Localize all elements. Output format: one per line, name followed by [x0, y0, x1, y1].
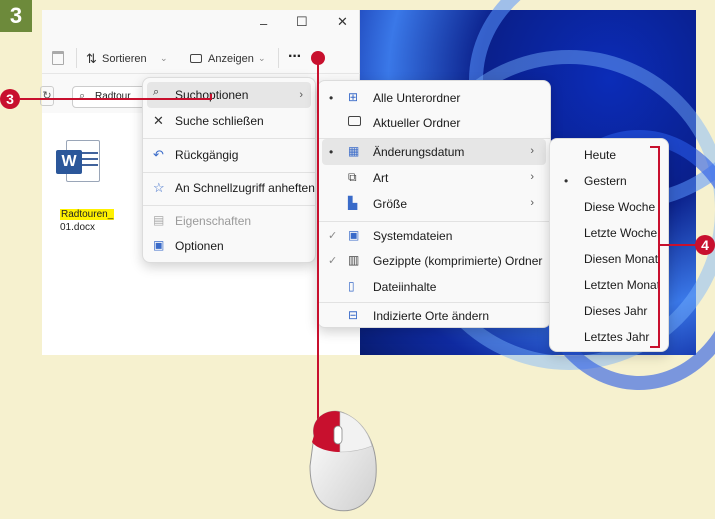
subfolders-icon: ⊞ [348, 90, 359, 104]
file-name-line2: 01.docx [60, 222, 96, 233]
search-icon: ⌕ [79, 90, 86, 102]
star-icon: ☆ [153, 180, 165, 195]
menu-item-undo[interactable]: ↶ Rückgängig [143, 142, 315, 168]
properties-icon: ▤ [153, 213, 165, 227]
file-contents-icon: ▯ [348, 279, 355, 293]
menu-item-search-options[interactable]: ⌕ Suchoptionen › [147, 82, 311, 108]
menu-item-options[interactable]: ▣ Optionen [143, 233, 315, 259]
callout-3-line [20, 98, 210, 100]
menu-item-all-subfolders[interactable]: • ⊞ Alle Unterordner [318, 85, 550, 111]
folder-icon [348, 116, 361, 126]
menu-item-last-month[interactable]: Letzten Monat [550, 272, 668, 298]
menu-item-modified-date[interactable]: • ▦ Änderungsdatum › [322, 139, 546, 165]
menu-item-last-week[interactable]: Letzte Woche [550, 220, 668, 246]
more-options-button[interactable]: ··· [288, 48, 302, 66]
check-icon: ✓ [328, 230, 338, 242]
menu-item-close-search[interactable]: ✕ Suche schließen [143, 108, 315, 134]
title-bar: – ☐ ✕ [42, 10, 360, 44]
delete-icon[interactable] [52, 51, 64, 65]
menu-item-indexed-locations[interactable]: ⊟ Indizierte Orte ändern [318, 303, 550, 329]
menu-item-type[interactable]: ⧉ Art › [318, 165, 550, 191]
chevron-down-icon: ⌄ [258, 53, 266, 63]
size-icon: ▙ [348, 196, 358, 210]
chevron-right-icon: › [530, 145, 534, 157]
callout-3-badge: 3 [0, 89, 20, 109]
callout-3-tick [210, 94, 212, 100]
menu-item-size[interactable]: ▙ Größe › [318, 191, 550, 217]
radio-dot-icon: • [329, 91, 334, 105]
word-file-icon[interactable]: W [56, 140, 102, 188]
check-icon: ✓ [328, 255, 338, 267]
radio-dot-icon: • [329, 145, 334, 159]
chevron-right-icon: › [299, 89, 303, 101]
callout-4-line [660, 244, 698, 246]
menu-item-current-folder[interactable]: Aktueller Ordner [318, 110, 550, 136]
callout-4-bracket-bottom [650, 346, 660, 348]
menu-item-pin-quick-access[interactable]: ☆ An Schnellzugriff anheften [143, 175, 315, 201]
callout-4-badge: 4 [695, 235, 715, 255]
close-window-button[interactable]: ✕ [337, 14, 348, 30]
menu-item-zip-folders[interactable]: ✓ ▥ Gezippte (komprimierte) Ordner [318, 248, 550, 274]
menu-item-system-files[interactable]: ✓ ▣ Systemdateien [318, 223, 550, 249]
menu-item-yesterday[interactable]: • Gestern [550, 168, 668, 194]
chevron-right-icon: › [530, 197, 534, 209]
close-icon: ✕ [153, 113, 164, 128]
undo-icon: ↶ [153, 147, 164, 162]
callout-4-bracket [658, 146, 660, 348]
minimize-button[interactable]: – [260, 16, 267, 31]
radio-dot-icon: • [564, 174, 569, 188]
search-options-submenu: • ⊞ Alle Unterordner Aktueller Ordner • … [317, 80, 551, 328]
menu-item-properties[interactable]: ▤ Eigenschaften [143, 208, 315, 234]
indexed-locations-icon: ⊟ [348, 308, 359, 322]
refresh-icon[interactable]: ↻ [40, 86, 54, 106]
options-icon: ▣ [153, 238, 165, 252]
sort-icon: ⇅ [86, 51, 97, 66]
view-button[interactable]: Anzeigen [208, 53, 254, 65]
maximize-button[interactable]: ☐ [296, 14, 308, 30]
callout-4-bracket-top [650, 146, 660, 148]
file-name-line1: Radtouren_ [60, 209, 115, 220]
system-file-icon: ▣ [348, 228, 360, 242]
calendar-icon: ▦ [348, 144, 360, 158]
zip-folder-icon: ▥ [348, 253, 360, 267]
step-number-badge: 3 [0, 0, 32, 32]
view-icon [190, 54, 202, 63]
menu-item-this-year[interactable]: Dieses Jahr [550, 298, 668, 324]
chevron-right-icon: › [530, 171, 534, 183]
mouse-cable [317, 60, 319, 430]
menu-item-this-month[interactable]: Diesen Monat [550, 246, 668, 272]
menu-item-this-week[interactable]: Diese Woche [550, 194, 668, 220]
search-input[interactable]: Radtour [95, 91, 131, 102]
mouse-icon [309, 410, 377, 512]
modified-date-submenu: Heute • Gestern Diese Woche Letzte Woche… [549, 138, 669, 352]
type-icon: ⧉ [348, 170, 357, 184]
chevron-down-icon: ⌄ [160, 53, 168, 63]
sort-button[interactable]: Sortieren [102, 53, 147, 65]
more-options-menu: ⌕ Suchoptionen › ✕ Suche schließen ↶ Rüc… [142, 77, 316, 263]
menu-item-file-contents[interactable]: ▯ Dateiinhalte [318, 274, 550, 300]
